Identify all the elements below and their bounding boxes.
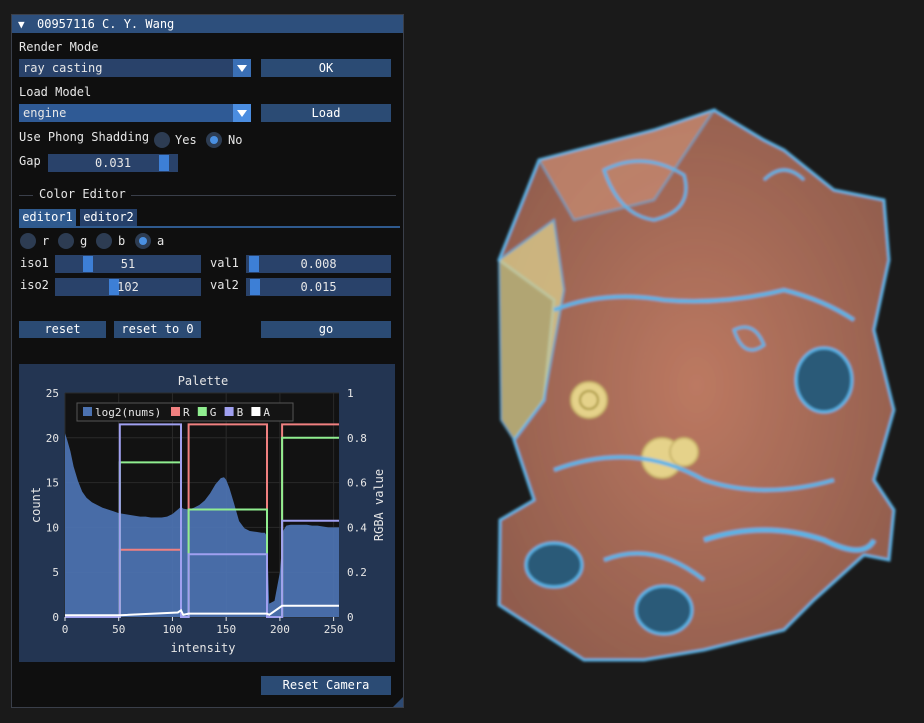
channel-r-radio[interactable] (20, 233, 36, 249)
window-titlebar[interactable]: ▼ 00957116 C. Y. Wang (12, 15, 403, 33)
tab-underline (19, 226, 400, 228)
iso2-value: 102 (117, 280, 139, 294)
x-axis-label: intensity (170, 641, 235, 655)
y-tick-label: 10 (46, 521, 59, 534)
color-editor-header: Color Editor (39, 187, 126, 201)
reset-button[interactable]: reset (19, 321, 106, 338)
x-tick-label: 150 (216, 623, 236, 636)
resize-grip[interactable] (393, 697, 403, 707)
y-tick-label: 0 (52, 611, 59, 624)
y2-tick-label: 0.2 (347, 566, 367, 579)
gap-label: Gap (19, 154, 41, 168)
channel-b-label: b (118, 234, 126, 248)
phong-yes-label: Yes (175, 133, 197, 147)
separator-left (19, 195, 33, 196)
render-mode-combo[interactable]: ray casting (19, 59, 251, 77)
legend-swatch (251, 407, 261, 416)
window-title: 00957116 C. Y. Wang (37, 17, 175, 31)
ok-button[interactable]: OK (261, 59, 391, 77)
y2-tick-label: 0.6 (347, 477, 367, 490)
phong-label: Use Phong Shadding (19, 130, 150, 144)
tab-editor2[interactable]: editor2 (80, 209, 137, 226)
x-tick-label: 50 (112, 623, 125, 636)
go-button[interactable]: go (261, 321, 391, 338)
palette-chart: 0 50 100 150 200 250051015202500.20.40.60.81 … (29, 374, 386, 655)
iso1-label: iso1 (20, 256, 49, 270)
chevron-down-icon[interactable] (233, 104, 251, 122)
legend-swatch (83, 407, 92, 416)
load-model-value: engine (23, 106, 67, 120)
legend-label: A (263, 406, 270, 419)
val1-value: 0.008 (300, 257, 337, 271)
channel-a-label: a (157, 234, 165, 248)
legend-label: log2(nums) (95, 406, 161, 419)
tab-editor1[interactable]: editor1 (19, 209, 76, 226)
phong-no-label: No (228, 133, 243, 147)
x-tick-label: 200 (270, 623, 290, 636)
phong-no-radio[interactable] (206, 132, 222, 148)
channel-r-label: r (42, 234, 50, 248)
legend-swatch (171, 407, 180, 416)
gap-slider-grab[interactable] (159, 155, 169, 171)
gap-slider[interactable]: 0.031 (48, 154, 178, 172)
legend-swatch (224, 407, 234, 416)
val2-label: val2 (210, 278, 239, 292)
channel-g-label: g (80, 234, 88, 248)
x-tick-label: 250 (324, 623, 344, 636)
phong-yes-radio[interactable] (154, 132, 170, 148)
y-tick-label: 5 (52, 566, 59, 579)
val2-slider[interactable]: 0.015 (246, 278, 391, 296)
render-viewport[interactable] (404, 0, 924, 723)
y-axis-label: count (29, 487, 43, 523)
y-tick-label: 20 (46, 432, 59, 445)
legend-label: R (183, 406, 190, 419)
channel-b-radio[interactable] (96, 233, 112, 249)
y2-axis-label: RGBA value (372, 469, 386, 541)
iso2-label: iso2 (20, 278, 49, 292)
reset-camera-button[interactable]: Reset Camera (261, 676, 391, 695)
render-mode-label: Render Mode (19, 40, 99, 54)
y2-tick-label: 0 (347, 611, 354, 624)
iso1-slider[interactable]: 51 (55, 255, 201, 273)
chevron-down-icon[interactable] (233, 59, 251, 77)
engine-volume-render (497, 108, 896, 662)
collapse-triangle-icon[interactable]: ▼ (18, 18, 25, 31)
channel-g-radio[interactable] (58, 233, 74, 249)
iso1-value: 51 (120, 257, 136, 271)
iso2-slider[interactable]: 102 (55, 278, 201, 296)
y2-tick-label: 0.8 (347, 432, 367, 445)
chart-title: Palette (178, 374, 229, 388)
x-tick-label: 0 (62, 623, 69, 636)
legend: log2(nums) R G B A (76, 402, 294, 422)
load-model-label: Load Model (19, 85, 92, 99)
val1-label: val1 (210, 256, 239, 270)
load-button[interactable]: Load (261, 104, 391, 122)
x-tick-label: 100 (163, 623, 183, 636)
render-mode-value: ray casting (23, 61, 103, 75)
y-tick-label: 15 (46, 477, 59, 490)
y-tick-label: 25 (46, 387, 59, 400)
legend-swatch (197, 407, 207, 416)
channel-a-radio[interactable] (135, 233, 151, 249)
y2-tick-label: 1 (347, 387, 354, 400)
legend-label: G (210, 406, 217, 419)
y2-tick-label: 0.4 (347, 521, 367, 534)
load-model-combo[interactable]: engine (19, 104, 251, 122)
separator-right (131, 195, 396, 196)
legend-label: B (237, 406, 244, 419)
val1-slider[interactable]: 0.008 (246, 255, 391, 273)
val2-value: 0.015 (300, 280, 337, 294)
reset-to-0-button[interactable]: reset to 0 (114, 321, 201, 338)
